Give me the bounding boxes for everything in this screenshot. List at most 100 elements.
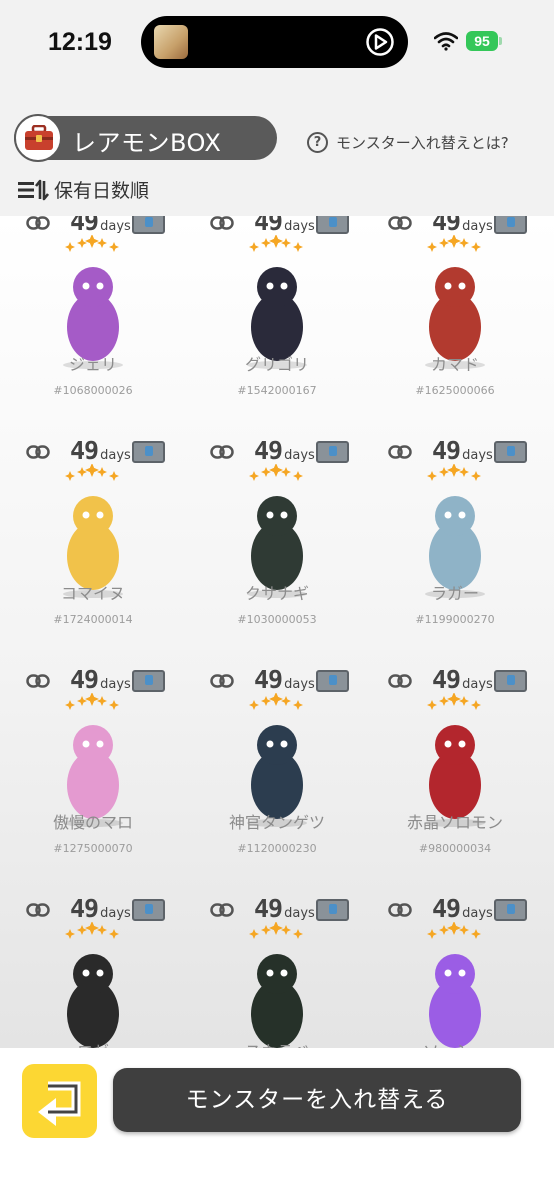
- days-count: 49: [70, 665, 99, 694]
- days-held: 49 days: [70, 665, 131, 694]
- days-unit: days: [284, 448, 315, 463]
- link-icon[interactable]: [210, 903, 234, 917]
- toolbox-icon: [14, 114, 62, 162]
- rarity-stars-icon: [424, 692, 484, 713]
- days-count: 49: [432, 216, 461, 236]
- days-unit: days: [100, 906, 131, 921]
- monster-id: #1199000270: [415, 613, 495, 626]
- question-icon[interactable]: ?: [307, 132, 328, 153]
- monster-id: #1724000014: [53, 613, 133, 626]
- monster-card[interactable]: 49 days 傲慢のマロ #1275000070: [4, 653, 182, 882]
- days-unit: days: [284, 906, 315, 921]
- rarity-stars-icon: [246, 921, 306, 942]
- help-link[interactable]: ? モンスター入れ替えとは?: [307, 132, 509, 153]
- rarity-stars-icon: [424, 463, 484, 484]
- battery-icon: 95: [466, 31, 502, 51]
- play-icon[interactable]: [365, 27, 395, 57]
- monster-name: クサナギ: [244, 584, 309, 603]
- monster-id: #1068000026: [53, 384, 133, 397]
- treasure-box-icon: [316, 899, 349, 921]
- wifi-icon: [434, 32, 458, 51]
- link-icon[interactable]: [26, 445, 50, 459]
- treasure-box-icon: [132, 441, 165, 463]
- days-unit: days: [284, 219, 315, 234]
- link-icon[interactable]: [388, 903, 412, 917]
- monster-name: 神官タンゲツ: [228, 813, 325, 832]
- days-held: 49 days: [432, 665, 493, 694]
- days-held: 49 days: [432, 216, 493, 236]
- days-count: 49: [254, 436, 283, 465]
- page-header: レアモンBOX ? モンスター入れ替えとは? 保有日数順: [0, 86, 554, 216]
- rarity-stars-icon: [62, 692, 122, 713]
- monster-name: ソッシー: [366, 1038, 544, 1048]
- monster-image: [67, 954, 119, 1048]
- rarity-stars-icon: [62, 234, 122, 255]
- link-icon[interactable]: [388, 445, 412, 459]
- days-unit: days: [462, 448, 493, 463]
- days-unit: days: [100, 677, 131, 692]
- rarity-stars-icon: [62, 921, 122, 942]
- days-count: 49: [254, 894, 283, 923]
- treasure-box-icon: [316, 670, 349, 692]
- treasure-box-icon: [132, 216, 165, 234]
- days-unit: days: [462, 677, 493, 692]
- monster-card[interactable]: 49days ロゼ: [4, 882, 182, 1048]
- monster-row: 49 days 傲慢のマロ #1275000070 49 days 神官タンゲツ #11200…: [0, 653, 554, 882]
- days-held: 49 days: [432, 436, 493, 465]
- help-link-label[interactable]: モンスター入れ替えとは?: [336, 132, 509, 153]
- link-icon[interactable]: [210, 216, 234, 230]
- days-unit: days: [462, 906, 493, 921]
- link-icon[interactable]: [210, 674, 234, 688]
- monster-card[interactable]: 49 days ジェリ #1068000026: [4, 216, 182, 424]
- days-count: 49: [254, 665, 283, 694]
- monster-card[interactable]: 49days ソッシー: [366, 882, 544, 1048]
- treasure-box-icon: [494, 216, 527, 234]
- monster-name: ロゼ: [4, 1038, 182, 1048]
- sort-icon[interactable]: [17, 178, 49, 202]
- monster-card[interactable]: 49 days ラガー #1199000270: [366, 424, 544, 653]
- days-count: 49: [70, 436, 99, 465]
- page-title: レアモンBOX: [72, 129, 222, 157]
- days-held: 49 days: [254, 216, 315, 236]
- days-held: 49 days: [254, 894, 315, 923]
- monster-card[interactable]: 49days スカラベ: [188, 882, 366, 1048]
- monster-id: #1542000167: [237, 384, 317, 397]
- link-icon[interactable]: [26, 674, 50, 688]
- days-held: 49 days: [254, 665, 315, 694]
- monster-name: グリゴリ: [244, 355, 309, 374]
- monster-card[interactable]: 49 days クサナギ #1030000053: [188, 424, 366, 653]
- monster-id: #980000034: [418, 842, 492, 855]
- monster-grid[interactable]: 49 days ジェリ #1068000026 49 days グリゴリ #154200016…: [0, 216, 554, 1048]
- swap-shortcut-button[interactable]: [22, 1064, 97, 1138]
- days-count: 49: [432, 665, 461, 694]
- monster-card[interactable]: 49 days コマイヌ #1724000014: [4, 424, 182, 653]
- battery-level: 95: [466, 31, 498, 51]
- link-icon[interactable]: [26, 216, 50, 230]
- days-count: 49: [432, 436, 461, 465]
- monster-card[interactable]: 49 days グリゴリ #1542000167: [188, 216, 366, 424]
- bottom-action-bar: モンスターを入れ替える: [0, 1048, 554, 1200]
- monster-name: 赤晶ソロモン: [406, 813, 503, 832]
- rarity-stars-icon: [246, 692, 306, 713]
- swap-monster-button[interactable]: モンスターを入れ替える: [113, 1068, 521, 1132]
- link-icon[interactable]: [210, 445, 234, 459]
- link-icon[interactable]: [388, 216, 412, 230]
- link-icon[interactable]: [26, 903, 50, 917]
- days-unit: days: [462, 219, 493, 234]
- days-held: 49 days: [70, 216, 131, 236]
- monster-card[interactable]: 49 days カマド #1625000066: [366, 216, 544, 424]
- link-icon[interactable]: [388, 674, 412, 688]
- sort-label[interactable]: 保有日数順: [54, 176, 149, 203]
- dynamic-island[interactable]: [141, 16, 408, 68]
- monster-id: #1030000053: [237, 613, 317, 626]
- monster-card[interactable]: 49 days 神官タンゲツ #1120000230: [188, 653, 366, 882]
- monster-card[interactable]: 49 days 赤晶ソロモン #980000034: [366, 653, 544, 882]
- sort-toggle[interactable]: 保有日数順: [17, 176, 149, 203]
- treasure-box-icon: [316, 441, 349, 463]
- monster-name: 傲慢のマロ: [52, 813, 133, 832]
- days-unit: days: [284, 677, 315, 692]
- days-held: 49 days: [254, 436, 315, 465]
- days-count: 49: [432, 894, 461, 923]
- status-bar: 12:19 95: [0, 0, 554, 86]
- clock: 12:19: [48, 28, 112, 56]
